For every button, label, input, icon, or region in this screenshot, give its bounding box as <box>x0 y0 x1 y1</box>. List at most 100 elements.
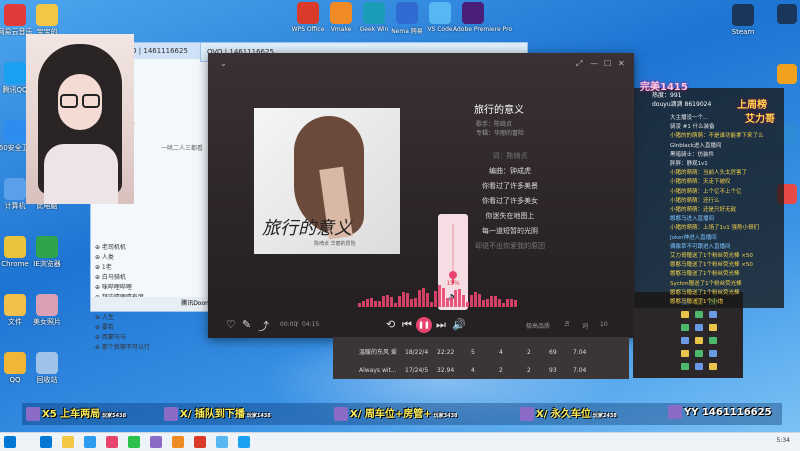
chat-message: 胖胖：静观1v1 <box>670 161 708 167</box>
chat-message: 小猪的的萌萌：不是谁功能拿下来了么 <box>670 133 764 140</box>
stats-cell <box>709 363 717 370</box>
viewers-count: 热度：991 <box>652 92 682 99</box>
wave-bar <box>434 291 437 307</box>
qq-contact-item[interactable]: ⊕ 人生 <box>95 313 150 323</box>
desktop-icon[interactable]: IE浏览器 <box>20 236 74 268</box>
taskbar-app-icon[interactable] <box>62 436 74 448</box>
banner-text: X/ 插队到下播 <box>180 409 245 420</box>
wave-bar <box>502 302 505 307</box>
taskbar: 5:34 <box>0 432 800 451</box>
wave-bar <box>490 295 493 307</box>
fullscreen-icon[interactable]: ⤢ <box>576 59 582 69</box>
song-album[interactable]: 专辑：华丽的冒险 <box>476 128 524 137</box>
song-cell: 2 <box>527 349 531 356</box>
taskbar-clock[interactable]: 5:34 <box>777 437 790 444</box>
loop-icon[interactable]: ⟲ <box>386 318 395 331</box>
desktop-icon-image <box>330 2 352 24</box>
stats-cell <box>695 311 703 318</box>
song-cell: 2 <box>527 367 531 374</box>
qq-contact-item[interactable]: ⊕ 1老 <box>95 263 150 273</box>
song-row[interactable]: 温暖的东风 爱 18/22/4 22:22 5 4 2 69 7.04 <box>333 345 629 361</box>
chat-message: 小猪的萌萌：还行么 <box>670 197 720 204</box>
banner-item: X/ 永久车位 玩家2438 <box>520 405 617 421</box>
stats-cell <box>681 311 689 318</box>
desktop-icon-steam[interactable]: Steam <box>716 4 770 36</box>
banner-item: X/ 插队到下播 玩家1438 <box>164 405 271 421</box>
taskbar-app-icon[interactable] <box>150 436 162 448</box>
desktop-icon[interactable]: 回收站 <box>20 352 74 384</box>
close-icon[interactable]: ✕ <box>618 59 625 68</box>
cover-subtitle: 陈绮贞 华丽的冒险 <box>314 241 356 247</box>
desktop-icon-label: Steam <box>731 28 755 36</box>
next-icon[interactable]: ⏭ <box>436 318 446 332</box>
qq-contact-item[interactable]: ⊕ 白马骑机 <box>95 273 150 283</box>
wave-bar <box>498 299 501 307</box>
playlist-count[interactable]: 10 <box>600 321 608 328</box>
collapse-icon[interactable]: ⌄ <box>220 59 227 68</box>
taskbar-app-icon[interactable] <box>238 436 250 448</box>
wave-bar <box>510 298 513 307</box>
wave-bar <box>494 295 497 307</box>
taskbar-app-icon[interactable] <box>40 436 52 448</box>
wave-bar <box>422 288 425 307</box>
taskbar-app-icon[interactable] <box>106 436 118 448</box>
desktop-icon-image <box>429 2 451 24</box>
desktop-icon[interactable]: 宝宝的 <box>20 4 74 36</box>
comment-icon[interactable]: ✎ <box>242 318 251 331</box>
song-cell: 4 <box>471 367 475 374</box>
time-separator: / <box>296 321 299 328</box>
playback-bar: ♡ ✎ ⤴ 00:00 / 04:15 ⟲ ⏮ ❚❚ ⏭ 🔊 极高品质 ♬ 词 … <box>208 313 634 338</box>
wave-bar <box>454 289 457 307</box>
volume-knob[interactable] <box>449 271 457 279</box>
song-singer[interactable]: 歌手：陈绮贞 <box>476 119 512 128</box>
qq-contact-item[interactable]: ⊕ 老司机机 <box>95 243 150 253</box>
taskbar-app-icon[interactable] <box>128 436 140 448</box>
desktop-icon-label: 美女照片 <box>33 318 61 326</box>
banner-avatar <box>668 405 682 419</box>
streamer-body <box>44 144 118 204</box>
taskbar-app-icon[interactable] <box>84 436 96 448</box>
like-icon[interactable]: ♡ <box>226 318 236 331</box>
qq-contact-item[interactable]: ⊕ 咪哔哩哔哩 <box>95 283 150 293</box>
song-title: 旅行的意义 <box>474 105 524 116</box>
song-row[interactable]: Always wit... 17/24/5 32.94 4 2 2 93 7.04 <box>333 363 629 379</box>
taskbar-app-icon[interactable] <box>216 436 228 448</box>
banner-text: YY 1461116625 <box>684 407 772 418</box>
desktop-icon-image <box>36 236 58 258</box>
wave-bar <box>370 298 373 307</box>
desktop-icon-image <box>36 294 58 316</box>
start-button[interactable] <box>4 436 16 448</box>
rank-text: 完美1415 <box>640 82 688 93</box>
lyric-toggle[interactable]: 词 <box>582 321 588 330</box>
chat-message: 憨憨马赠送了1个粉丝荧光棒 <box>670 271 740 278</box>
quality-label[interactable]: 极高品质 <box>526 321 550 330</box>
desktop-icon[interactable]: 美女照片 <box>20 294 74 326</box>
wave-bar <box>450 296 453 307</box>
banner-small: 玩家5438 <box>102 413 127 419</box>
wave-bar <box>374 301 377 307</box>
pause-button[interactable]: ❚❚ <box>416 317 432 333</box>
wave-bar <box>430 302 433 307</box>
wave-bar <box>402 291 405 307</box>
qq-contact-item[interactable]: ⊕ 人类 <box>95 253 150 263</box>
wave-bar <box>414 298 417 307</box>
qq-contact-item[interactable]: ⊕ 那个我哪不可以行 <box>95 343 150 353</box>
effect-icon[interactable]: ♬ <box>564 321 569 328</box>
share-icon[interactable]: ⤴ <box>258 318 269 334</box>
prev-icon[interactable]: ⏮ <box>402 318 412 332</box>
taskbar-app-icon[interactable] <box>194 436 206 448</box>
desktop-icon[interactable]: Adobe Premiere Pro <box>453 2 512 33</box>
lyric-line: 你看过了许多美女 <box>482 197 538 205</box>
desktop-icon[interactable] <box>777 64 797 84</box>
banner-small: 玩家2438 <box>592 413 617 419</box>
chat-message: 小猪的萌萌：上个亿不上个亿 <box>670 188 742 195</box>
banner-item: X5 上车两局 玩家5438 <box>26 405 126 421</box>
qq-contact-item[interactable]: ⊕ 西蒙马马 <box>95 333 150 343</box>
desktop-icon[interactable] <box>777 4 797 24</box>
maximize-icon[interactable]: ☐ <box>604 59 611 68</box>
minimize-icon[interactable]: — <box>590 59 598 68</box>
chat-message: 憨憨马赠送了1个粉丝荧光棒 ×50 <box>670 262 753 269</box>
taskbar-app-icon[interactable] <box>172 436 184 448</box>
qq-contact-item[interactable]: ⊕ 要若 <box>95 323 150 333</box>
volume-toggle-icon[interactable]: 🔊 <box>452 318 466 331</box>
